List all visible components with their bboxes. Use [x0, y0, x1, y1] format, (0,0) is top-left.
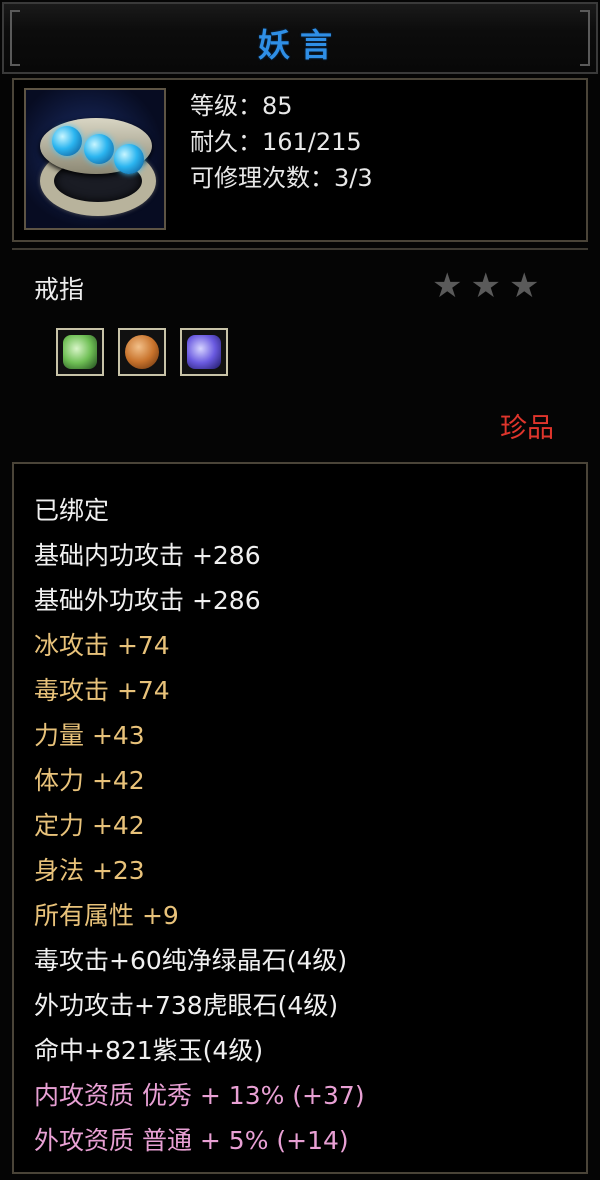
blue-gem-icon — [84, 134, 114, 164]
attribute-line: 基础外功攻击 +286 — [34, 586, 261, 615]
attribute-line: 基础内功攻击 +286 — [34, 541, 261, 570]
attribute-line: 内攻资质 优秀 + 13% (+37) — [34, 1081, 365, 1110]
attribute-line: 身法 +23 — [34, 856, 145, 885]
attribute-line: 体力 +42 — [34, 766, 145, 795]
attribute-line: 外功攻击+738虎眼石(4级) — [34, 991, 339, 1020]
durability-line: 耐久：161/215 — [190, 128, 362, 156]
attribute-line: 外攻资质 普通 + 5% (+14) — [34, 1126, 349, 1155]
attribute-line: 命中+821紫玉(4级) — [34, 1036, 264, 1065]
attribute-line: 毒攻击+60纯净绿晶石(4级) — [34, 946, 348, 975]
item-tooltip: 妖言 等级：85 耐久：161/215 可修理次数：3/3 戒指 ★★★ 珍品 … — [0, 0, 600, 1180]
repair-count-line: 可修理次数：3/3 — [190, 164, 373, 192]
attribute-line: 毒攻击 +74 — [34, 676, 170, 705]
attribute-line: 冰攻击 +74 — [34, 631, 170, 660]
blue-gem-icon — [52, 126, 82, 156]
title-bar: 妖言 — [2, 2, 598, 74]
level-line: 等级：85 — [190, 92, 293, 120]
rarity-label: 珍品 — [500, 413, 554, 444]
attribute-line: 定力 +42 — [34, 811, 145, 840]
attribute-line: 已绑定 — [34, 496, 110, 525]
attribute-list: 已绑定基础内功攻击 +286 基础外功攻击 +286 冰攻击 +74 毒攻击 +74 力… — [34, 488, 365, 1163]
item-type: 戒指 — [34, 275, 85, 304]
item-type-panel: 戒指 ★★★ 珍品 — [12, 248, 588, 458]
attribute-line: 所有属性 +9 — [34, 901, 179, 930]
ring-with-blue-gems-icon — [24, 88, 166, 230]
attribute-line: 力量 +43 — [34, 721, 145, 750]
star-rating: ★★★ — [432, 266, 548, 306]
green-gem-icon[interactable] — [56, 328, 104, 376]
amber-gem-icon[interactable] — [118, 328, 166, 376]
item-header: 等级：85 耐久：161/215 可修理次数：3/3 — [12, 78, 588, 242]
attribute-panel: 已绑定基础内功攻击 +286 基础外功攻击 +286 冰攻击 +74 毒攻击 +74 力… — [12, 462, 588, 1174]
blue-gem-icon — [114, 144, 144, 174]
item-name: 妖言 — [257, 26, 342, 64]
item-stats: 等级：85 耐久：161/215 可修理次数：3/3 — [190, 88, 373, 196]
purple-gem-icon[interactable] — [180, 328, 228, 376]
